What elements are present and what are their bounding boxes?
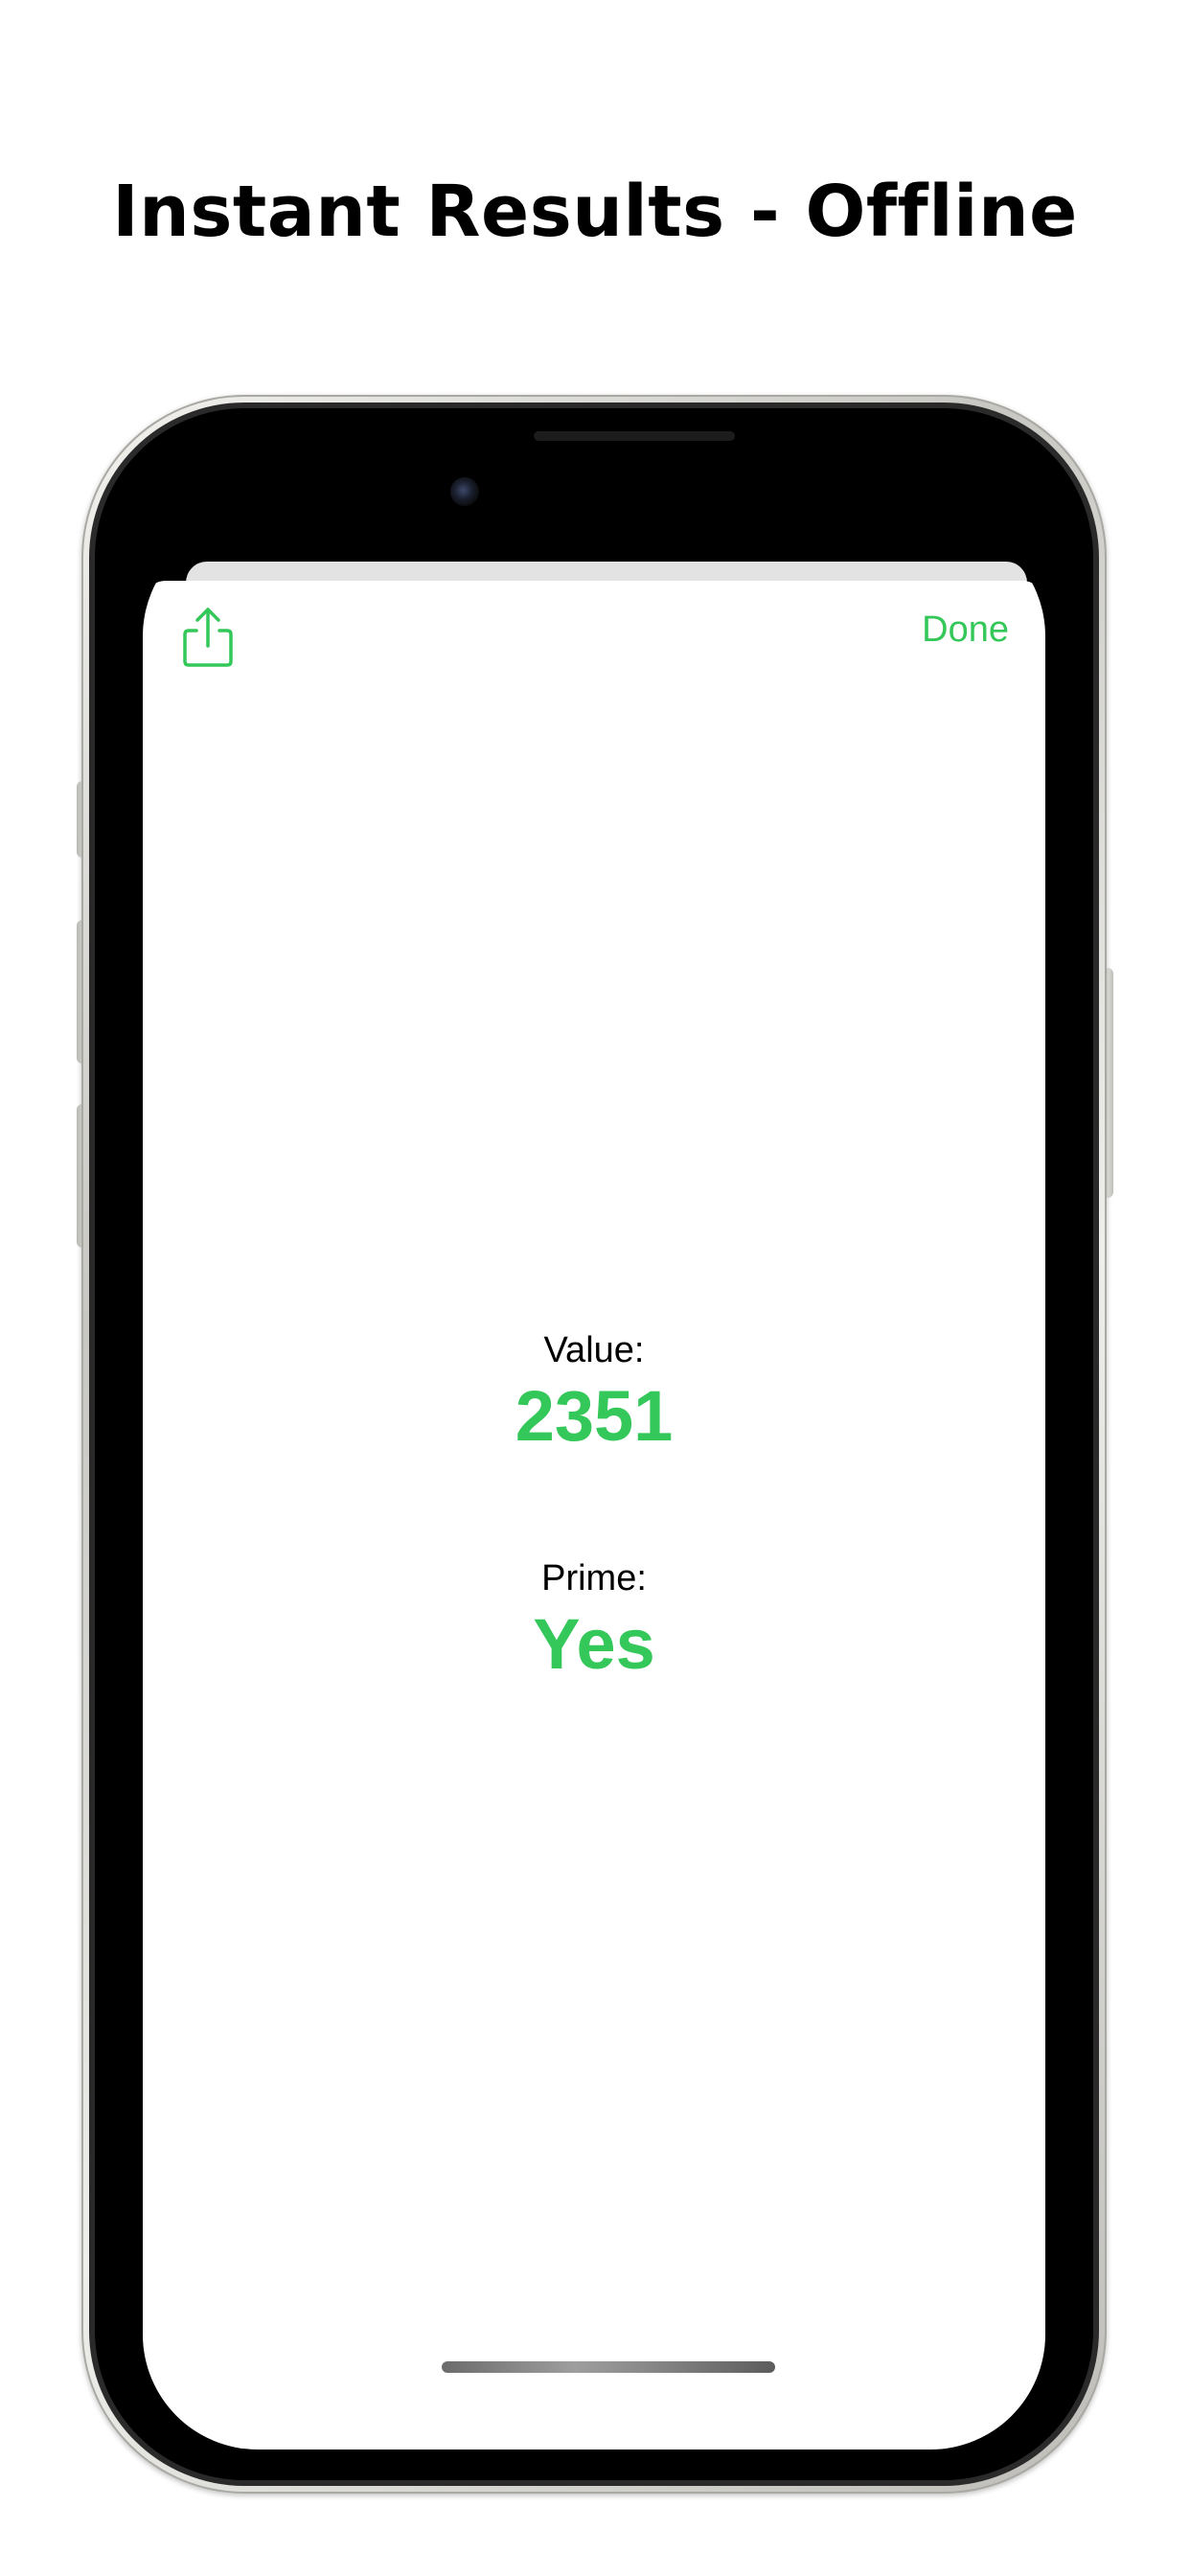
earpiece-speaker	[534, 431, 735, 441]
share-button[interactable]	[179, 602, 237, 669]
phone-screen: Done Value: 2351 Prime: Yes	[143, 521, 1045, 2450]
home-indicator[interactable]	[442, 2361, 775, 2373]
value-number: 2351	[515, 1376, 674, 1456]
front-camera-icon	[450, 477, 479, 506]
prime-result: Prime: Yes	[143, 1558, 1045, 1683]
prime-value: Yes	[533, 1604, 655, 1684]
phone-frame: Done Value: 2351 Prime: Yes	[81, 395, 1107, 2494]
prime-label: Prime:	[541, 1558, 647, 1598]
value-label: Value:	[543, 1330, 645, 1370]
share-icon	[183, 608, 233, 667]
done-button[interactable]: Done	[922, 610, 1009, 651]
phone-bezel: Done Value: 2351 Prime: Yes	[95, 408, 1093, 2480]
result-sheet: Done Value: 2351 Prime: Yes	[143, 581, 1045, 2450]
screenshot-page: Instant Results - Offline Done Value: 23…	[0, 0, 1190, 2576]
marketing-headline: Instant Results - Offline	[112, 171, 1078, 253]
value-result: Value: 2351	[143, 1330, 1045, 1455]
